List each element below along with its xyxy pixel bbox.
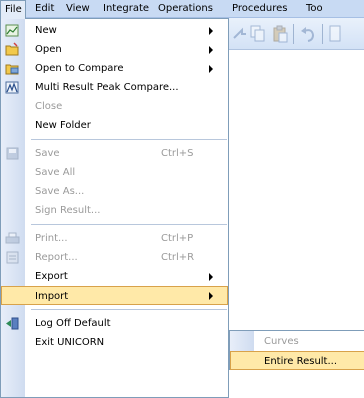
open-folder-icon	[5, 42, 19, 56]
menu-item-open-to-compare[interactable]: Open to Compare	[1, 59, 228, 78]
menu-item-export[interactable]: Export	[1, 267, 228, 286]
menu-item-label: Sign Result...	[35, 205, 101, 216]
menu-item-label: New Folder	[35, 120, 91, 131]
submenu-arrow-icon	[209, 27, 213, 35]
menu-item-close[interactable]: Close	[1, 97, 228, 116]
menu-item-multi-result-peak-compare[interactable]: Multi Result Peak Compare...	[1, 78, 228, 97]
menu-separator	[31, 224, 227, 225]
menu-procedures[interactable]: Procedures	[232, 0, 287, 18]
menu-item-label: Multi Result Peak Compare...	[35, 82, 179, 93]
submenu-item-curves[interactable]: Curves	[230, 332, 364, 351]
submenu-arrow-icon	[209, 292, 213, 300]
peak-compare-icon	[5, 81, 19, 94]
menu-edit[interactable]: Edit	[35, 0, 54, 18]
menu-item-label: Exit UNICORN	[35, 337, 105, 348]
menu-item-label: Curves	[264, 336, 299, 347]
submenu-item-entire-result[interactable]: Entire Result...	[230, 351, 364, 370]
menu-item-save[interactable]: Save Ctrl+S	[1, 144, 228, 163]
menu-file[interactable]: File	[0, 0, 26, 19]
menu-item-new[interactable]: New	[1, 21, 228, 40]
menu-item-shortcut: Ctrl+P	[161, 233, 194, 244]
report-icon	[6, 251, 19, 264]
toolbar-separator	[293, 24, 294, 44]
import-submenu: Curves Entire Result...	[229, 330, 364, 370]
menu-item-save-all[interactable]: Save All	[1, 163, 228, 182]
submenu-arrow-icon	[209, 46, 213, 54]
menu-bar: File Edit View Integrate Operations Proc…	[0, 0, 364, 19]
menu-item-label: Open to Compare	[35, 63, 124, 74]
submenu-arrow-icon	[209, 273, 213, 281]
menu-item-save-as[interactable]: Save As...	[1, 182, 228, 201]
menu-item-label: Print...	[35, 233, 68, 244]
print-icon	[5, 232, 20, 244]
toolbar-separator	[322, 24, 323, 44]
menu-item-label: Report...	[35, 252, 78, 263]
menu-item-import[interactable]: Import	[1, 286, 228, 305]
open-compare-icon	[5, 64, 19, 75]
menu-item-label: Close	[35, 101, 63, 112]
save-icon	[6, 147, 19, 160]
menu-item-label: Save As...	[35, 186, 85, 197]
menu-item-label: Save All	[35, 167, 76, 178]
new-icon	[5, 24, 19, 37]
menu-item-label: Log Off Default	[35, 318, 111, 329]
menu-item-label: Entire Result...	[264, 356, 338, 367]
menu-item-label: Import	[35, 291, 69, 302]
menu-view[interactable]: View	[66, 0, 90, 18]
menu-separator	[31, 309, 227, 310]
menu-item-report[interactable]: Report... Ctrl+R	[1, 248, 228, 267]
paste-icon[interactable]	[272, 25, 288, 43]
menu-item-log-off-default[interactable]: Log Off Default	[1, 314, 228, 333]
menu-item-new-folder[interactable]: New Folder	[1, 116, 228, 135]
toolbar-arrow-icon[interactable]	[232, 25, 248, 43]
menu-item-shortcut: Ctrl+R	[161, 252, 195, 263]
menu-item-sign-result[interactable]: Sign Result...	[1, 201, 228, 220]
menu-item-label: Export	[35, 271, 68, 282]
menu-item-open[interactable]: Open	[1, 40, 228, 59]
menu-integrate[interactable]: Integrate	[103, 0, 149, 18]
copy-icon[interactable]	[250, 25, 266, 43]
menu-separator	[31, 139, 227, 140]
menu-item-label: Save	[35, 148, 60, 159]
menu-item-shortcut: Ctrl+S	[161, 148, 194, 159]
menu-item-label: New	[35, 25, 57, 36]
menu-tools[interactable]: Too	[306, 0, 323, 18]
menu-item-print[interactable]: Print... Ctrl+P	[1, 229, 228, 248]
submenu-arrow-icon	[209, 65, 213, 73]
menu-item-label: Open	[35, 44, 62, 55]
file-menu: New Open Open to Compare Multi Result Pe…	[0, 18, 229, 398]
menu-operations[interactable]: Operations	[158, 0, 213, 18]
toolbar-doc-icon[interactable]	[328, 25, 344, 43]
log-off-icon	[6, 317, 19, 330]
menu-item-exit[interactable]: Exit UNICORN	[1, 333, 228, 352]
undo-icon[interactable]	[300, 25, 316, 43]
